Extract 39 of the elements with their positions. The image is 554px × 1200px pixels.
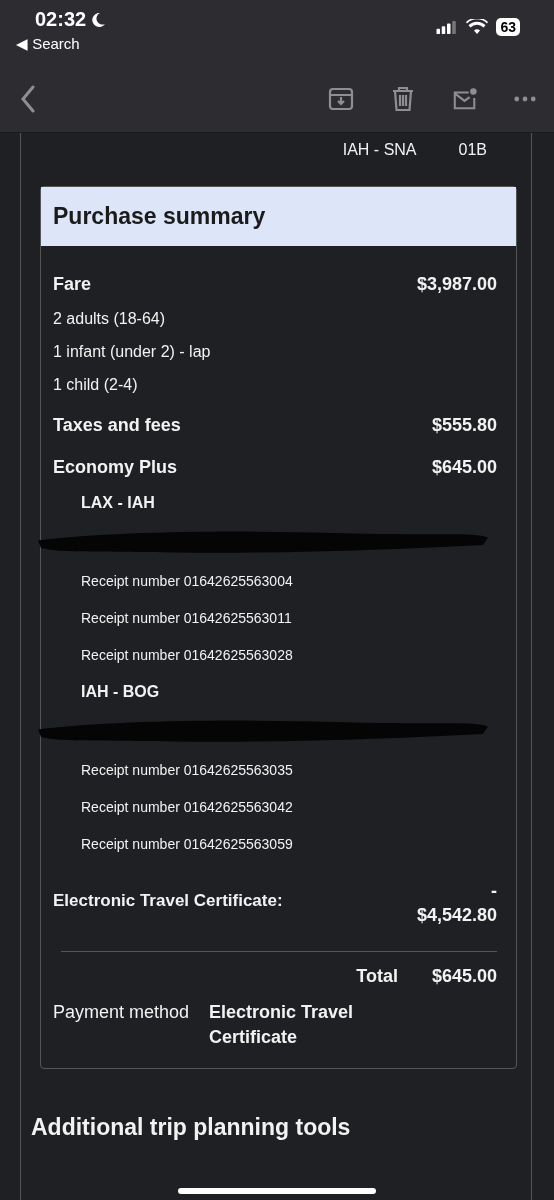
card-title: Purchase summary <box>53 203 266 229</box>
receipt-number: Receipt number 01642625563004 <box>80 572 294 591</box>
section-heading: Additional trip planning tools <box>30 1113 352 1141</box>
charge-amount: $645.00 <box>431 456 497 478</box>
receipt-number: Receipt number 01642625563011 <box>80 609 293 628</box>
total-amount: $645.00 <box>431 966 497 988</box>
charge-amount: $555.80 <box>431 414 497 436</box>
payment-method-label: Payment method <box>53 1001 191 1024</box>
receipt-number: Receipt number 01642625563059 <box>80 835 294 854</box>
charge-label: Taxes and fees <box>53 414 181 436</box>
back-to-app-link[interactable]: ◀ Search <box>16 35 107 53</box>
clock-time: 02:32 <box>35 8 87 31</box>
segment-route: IAH - BOG <box>80 682 161 702</box>
charge-amount: $3,987.00 <box>416 273 497 295</box>
receipt-number: Receipt number 01642625563028 <box>80 646 294 665</box>
flight-route: IAH - SNA <box>342 141 417 160</box>
receipt-number: Receipt number 01642625563035 <box>80 761 294 780</box>
seat-number: 01B <box>458 141 487 160</box>
payment-method-value: Electronic Travel Certificate <box>209 1001 355 1049</box>
minus-sign: - <box>491 880 497 903</box>
passenger-line: 1 infant (under 2) - lap <box>53 342 212 362</box>
back-icon[interactable] <box>20 85 36 113</box>
certificate-amount: $4,542.80 <box>416 904 497 927</box>
signal-icon <box>436 20 459 34</box>
certificate-label: Electronic Travel Certificate: <box>53 891 283 912</box>
segment-route: LAX - IAH <box>80 493 156 513</box>
passenger-line: 2 adults (18-64) <box>53 309 167 329</box>
charge-label: Fare <box>53 273 92 295</box>
trash-icon[interactable] <box>390 86 416 112</box>
total-label: Total <box>356 966 398 988</box>
archive-icon[interactable] <box>328 86 354 112</box>
charge-label: Economy Plus <box>53 456 178 478</box>
battery-indicator: 63 <box>496 18 520 36</box>
more-icon[interactable] <box>514 96 536 102</box>
mark-unread-icon[interactable] <box>452 86 478 112</box>
moon-icon <box>90 11 107 28</box>
receipt-number: Receipt number 01642625563042 <box>80 798 294 817</box>
passenger-line: 1 child (2-4) <box>53 375 139 395</box>
wifi-icon <box>466 19 489 35</box>
